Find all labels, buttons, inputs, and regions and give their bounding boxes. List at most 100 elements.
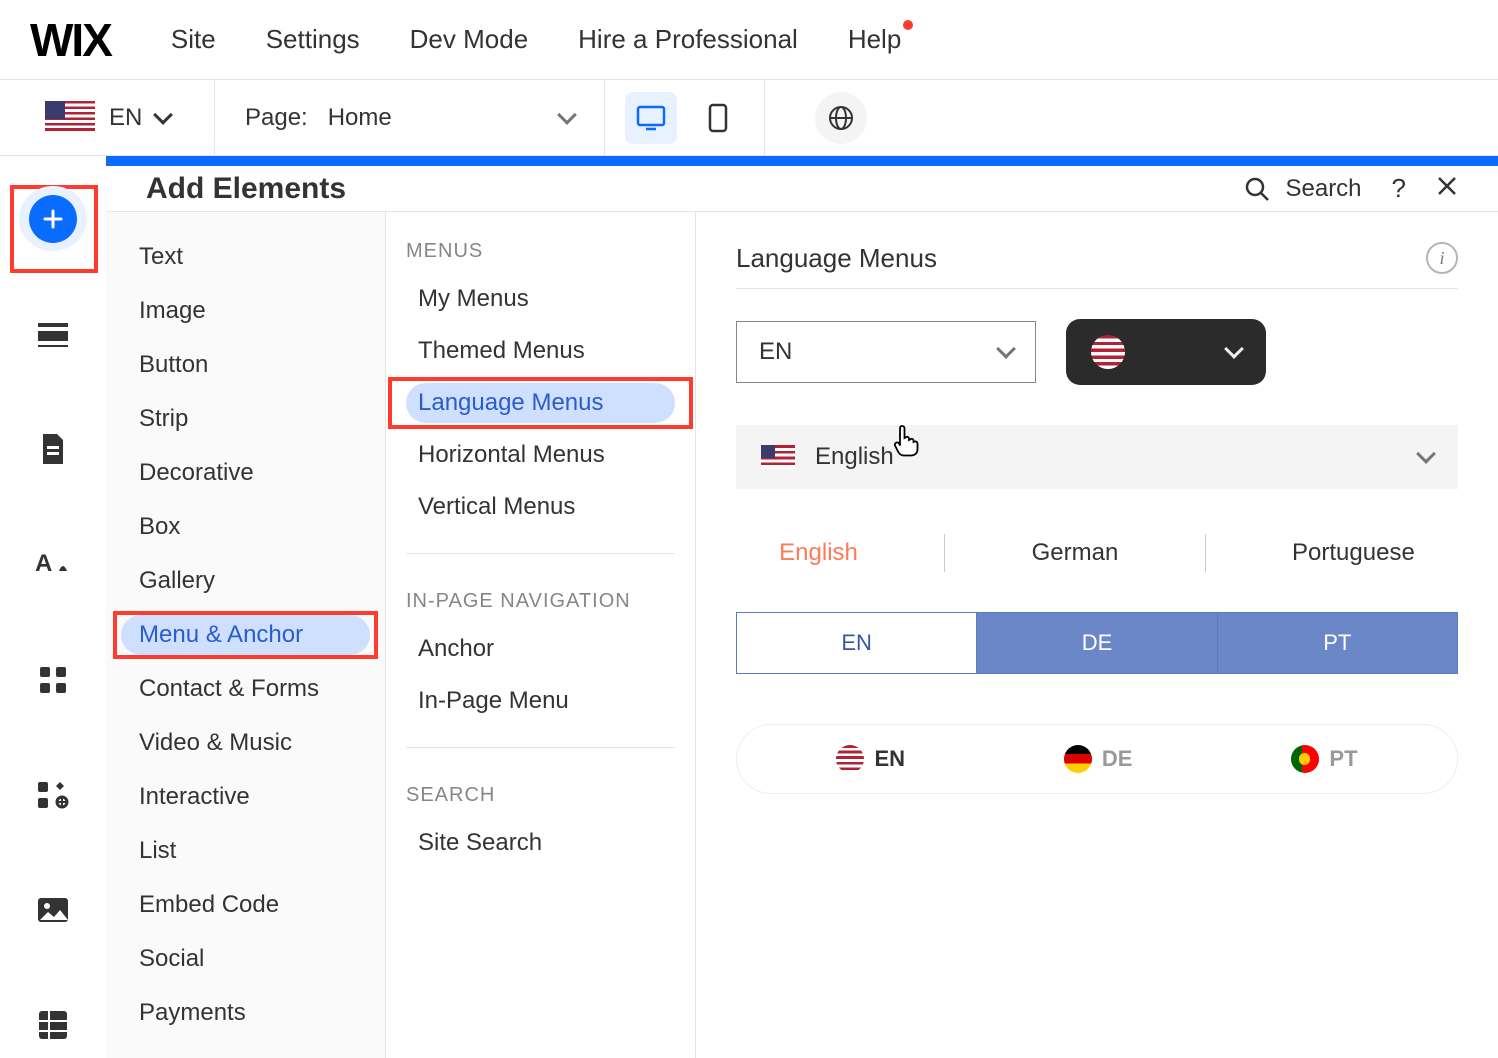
category-embed-code[interactable]: Embed Code — [121, 885, 370, 925]
media-icon — [36, 896, 70, 924]
page-selector[interactable]: Page: Home — [215, 80, 605, 155]
category-strip[interactable]: Strip — [121, 399, 370, 439]
language-menu-preset-text-row[interactable]: English German Portuguese — [736, 534, 1458, 572]
preview-header: Language Menus i — [736, 242, 1458, 289]
menu-hire-professional[interactable]: Hire a Professional — [578, 24, 798, 55]
tab-en: EN — [736, 612, 977, 674]
us-flag-circle-icon — [836, 745, 864, 773]
chevron-down-icon — [153, 105, 173, 125]
menu-help[interactable]: Help — [848, 24, 901, 55]
category-box[interactable]: Box — [121, 507, 370, 547]
category-text[interactable]: Text — [121, 237, 370, 277]
us-flag-icon — [761, 445, 795, 469]
tab-pt: PT — [1218, 612, 1458, 674]
subheading-inpage-nav: IN-PAGE NAVIGATION — [406, 590, 675, 613]
notification-dot-icon — [903, 20, 913, 30]
search-icon — [1244, 176, 1270, 202]
panel-body: Text Image Button Strip Decorative Box G… — [106, 212, 1498, 1058]
preview-info-button[interactable]: i — [1426, 242, 1458, 274]
svg-text:A: A — [35, 550, 52, 577]
app-market-icon — [36, 780, 70, 810]
category-menu-anchor[interactable]: Menu & Anchor — [121, 615, 370, 655]
mobile-view-button[interactable] — [692, 92, 744, 144]
page-selector-value: Home — [328, 104, 540, 132]
plus-icon — [41, 207, 65, 231]
pill-pt-label: PT — [1329, 746, 1357, 772]
cms-icon — [37, 1009, 69, 1041]
category-social[interactable]: Social — [121, 939, 370, 979]
category-decorative[interactable]: Decorative — [121, 453, 370, 493]
category-gallery[interactable]: Gallery — [121, 561, 370, 601]
add-elements-panel: Add Elements Search ? Text Image Button … — [106, 166, 1498, 1058]
plus-circle — [29, 195, 77, 243]
rail-app-market-button[interactable] — [19, 762, 87, 827]
menu-site[interactable]: Site — [171, 24, 216, 55]
language-menu-preset-dropdown-full[interactable]: English — [736, 425, 1458, 489]
rail-cms-button[interactable] — [19, 993, 87, 1058]
mobile-icon — [708, 103, 728, 133]
menu-settings[interactable]: Settings — [266, 24, 360, 55]
category-button[interactable]: Button — [121, 345, 370, 385]
menu-help-label: Help — [848, 24, 901, 54]
pill-en: EN — [836, 745, 905, 773]
text-row-portuguese: Portuguese — [1292, 539, 1415, 567]
site-language-code: EN — [109, 104, 142, 132]
subheading-menus: MENUS — [406, 240, 675, 263]
language-menu-preset-dropdown-text[interactable]: EN — [736, 321, 1036, 383]
panel-help-button[interactable]: ? — [1392, 173, 1406, 204]
globe-icon — [828, 105, 854, 131]
category-contact-forms[interactable]: Contact & Forms — [121, 669, 370, 709]
preview-title: Language Menus — [736, 243, 937, 274]
main-area: A Add Elements Search ? — [0, 166, 1498, 1058]
pill-pt: PT — [1291, 745, 1357, 773]
page-icon — [39, 432, 67, 466]
desktop-icon — [636, 105, 666, 131]
rail-media-button[interactable] — [19, 878, 87, 943]
pill-de-label: DE — [1102, 746, 1133, 772]
subcat-vertical-menus[interactable]: Vertical Menus — [406, 487, 675, 527]
divider — [406, 747, 675, 748]
category-image[interactable]: Image — [121, 291, 370, 331]
globe-button[interactable] — [815, 92, 867, 144]
theme-icon: A — [35, 549, 71, 579]
panel-close-button[interactable] — [1436, 173, 1458, 204]
category-interactive[interactable]: Interactive — [121, 777, 370, 817]
panel-title: Add Elements — [146, 172, 1244, 206]
subcat-language-menus[interactable]: Language Menus — [406, 383, 675, 423]
pt-flag-circle-icon — [1291, 745, 1319, 773]
menu-dev-mode[interactable]: Dev Mode — [410, 24, 529, 55]
language-menu-preset-pills[interactable]: EN DE PT — [736, 724, 1458, 794]
rail-pages-button[interactable] — [19, 417, 87, 482]
pill-en-label: EN — [874, 746, 905, 772]
category-list[interactable]: List — [121, 831, 370, 871]
desktop-view-button[interactable] — [625, 92, 677, 144]
add-elements-button[interactable] — [19, 186, 87, 251]
preset-label: English — [815, 443, 894, 471]
site-language-selector[interactable]: EN — [0, 80, 215, 155]
wix-logo: WIX — [30, 13, 111, 67]
language-menu-preset-dropdown-flag-dark[interactable] — [1066, 319, 1266, 385]
preview-row-1: EN — [736, 319, 1458, 385]
annotation-highlight-subcat: Language Menus — [406, 383, 675, 423]
panel-search-button[interactable]: Search — [1244, 175, 1361, 203]
category-payments[interactable]: Payments — [121, 993, 370, 1033]
us-flag-circle-icon — [1091, 335, 1125, 369]
subcat-anchor[interactable]: Anchor — [406, 629, 675, 669]
panel-header: Add Elements Search ? — [106, 166, 1498, 212]
category-video-music[interactable]: Video & Music — [121, 723, 370, 763]
panel-actions: Search ? — [1244, 173, 1458, 204]
chevron-down-icon — [557, 105, 577, 125]
panel-search-label: Search — [1285, 175, 1361, 203]
subcat-site-search[interactable]: Site Search — [406, 823, 675, 863]
category-list: Text Image Button Strip Decorative Box G… — [106, 212, 386, 1058]
subcat-inpage-menu[interactable]: In-Page Menu — [406, 681, 675, 721]
rail-apps-button[interactable] — [19, 647, 87, 712]
language-menu-preset-tabs[interactable]: EN DE PT — [736, 612, 1458, 674]
subcat-horizontal-menus[interactable]: Horizontal Menus — [406, 435, 675, 475]
subcat-my-menus[interactable]: My Menus — [406, 279, 675, 319]
rail-sections-button[interactable] — [19, 301, 87, 366]
de-flag-circle-icon — [1064, 745, 1092, 773]
subcat-themed-menus[interactable]: Themed Menus — [406, 331, 675, 371]
rail-theme-button[interactable]: A — [19, 532, 87, 597]
close-icon — [1436, 175, 1458, 197]
